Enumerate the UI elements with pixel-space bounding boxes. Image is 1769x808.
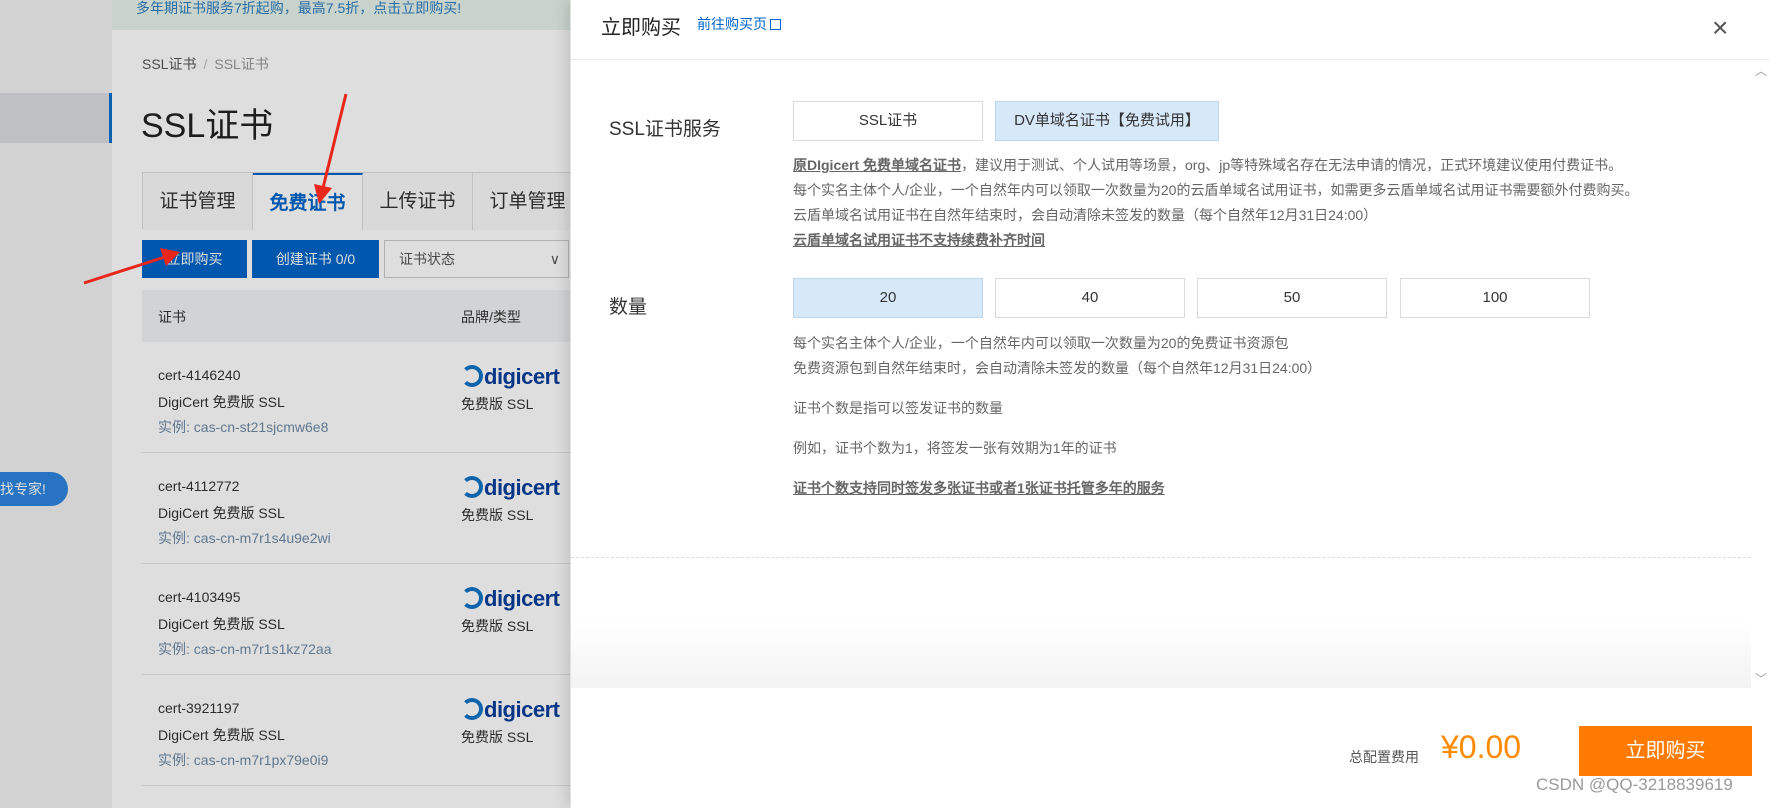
service-help-text: 原DIgicert 免费单域名证书，建议用于测试、个人试用等场景，org、jp等… <box>793 153 1638 253</box>
quantity-help-line4: 例如，证书个数为1，将签发一张有效期为1年的证书 <box>793 440 1117 456</box>
service-option-dv-free[interactable]: DV单域名证书【免费试用】 <box>995 101 1219 141</box>
external-link-icon <box>770 19 781 30</box>
annotation-arrow-icon <box>83 248 180 285</box>
ssl-service-label: SSL证书服务 <box>609 119 721 140</box>
quantity-option-100[interactable]: 100 <box>1400 278 1590 318</box>
drawer-divider <box>571 557 1751 558</box>
scroll-up-icon[interactable]: ︿ <box>1755 62 1767 79</box>
quantity-option-50[interactable]: 50 <box>1197 278 1387 318</box>
service-help-line2: 每个实名主体个人/企业，一个自然年内可以领取一次数量为20的云盾单域名试用证书，… <box>793 182 1639 198</box>
quantity-help-line3: 证书个数是指可以签发证书的数量 <box>793 400 1003 416</box>
service-help-line1: ，建议用于测试、个人试用等场景，org、jp等特殊域名存在无法申请的情况，正式环… <box>961 157 1623 173</box>
quantity-help-text: 每个实名主体个人/企业，一个自然年内可以领取一次数量为20的免费证书资源包 免费… <box>793 331 1321 501</box>
service-help-bold: 原DIgicert 免费单域名证书 <box>793 157 962 173</box>
quantity-help-line1: 每个实名主体个人/企业，一个自然年内可以领取一次数量为20的免费证书资源包 <box>793 335 1289 351</box>
confirm-buy-button[interactable]: 立即购买 <box>1579 726 1752 776</box>
quantity-option-20[interactable]: 20 <box>793 278 983 318</box>
scroll-down-icon[interactable]: ﹀ <box>1755 670 1767 687</box>
drawer-title: 立即购买 <box>601 17 681 39</box>
drawer-fade <box>571 620 1751 688</box>
quantity-help-line5: 证书个数支持同时签发多张证书或者1张证书托管多年的服务 <box>793 480 1165 496</box>
quantity-label: 数量 <box>609 297 648 318</box>
annotation-arrow-icon <box>314 93 348 204</box>
quantity-help-line2: 免费资源包到自然年结束时，会自动清除未签发的数量（每个自然年12月31日24:0… <box>793 360 1322 376</box>
purchase-drawer: 立即购买 前往购买页 × ︿ ﹀ SSL证书服务 SSL证书 DV单域名证书【免… <box>570 0 1769 808</box>
total-price: ¥0.00 <box>1441 729 1522 765</box>
csdn-watermark: CSDN @QQ-3218839619 <box>1536 775 1733 794</box>
goto-purchase-page-link[interactable]: 前往购买页 <box>697 14 781 34</box>
close-icon[interactable]: × <box>1712 12 1728 44</box>
quantity-option-40[interactable]: 40 <box>995 278 1185 318</box>
drawer-scrollbar[interactable]: ︿ ﹀ <box>1754 62 1768 687</box>
modal-overlay[interactable] <box>0 0 570 808</box>
total-cost-label: 总配置费用 <box>1349 749 1419 765</box>
service-help-line3: 云盾单域名试用证书在自然年结束时，会自动清除未签发的数量（每个自然年12月31日… <box>793 207 1378 223</box>
drawer-header: 立即购买 前往购买页 × <box>571 0 1769 60</box>
service-option-ssl[interactable]: SSL证书 <box>793 101 983 141</box>
service-help-line4: 云盾单域名试用证书不支持续费补齐时间 <box>793 232 1045 248</box>
